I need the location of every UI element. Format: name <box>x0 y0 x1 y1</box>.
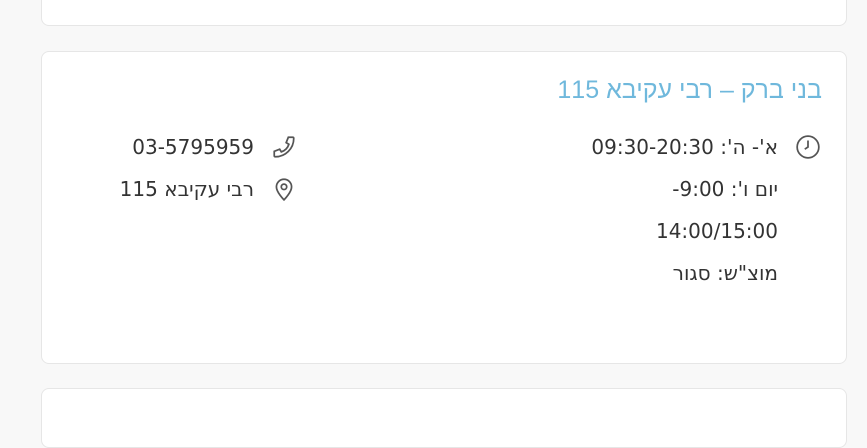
previous-branch-card <box>41 0 847 26</box>
next-branch-card <box>41 388 847 448</box>
phone-icon <box>270 133 298 161</box>
phone-row[interactable]: 03-5795959 <box>58 132 298 162</box>
location-pin-icon <box>270 175 298 203</box>
address-text: רבי עקיבא 115 <box>119 177 254 201</box>
opening-hours: א'- ה': 09:30-20:30 יום ו': 9:00- 14:00/… <box>542 132 822 300</box>
address-row: רבי עקיבא 115 <box>58 174 298 204</box>
hours-weekdays: א'- ה': 09:30-20:30 <box>591 135 778 159</box>
branch-card: בני ברק – רבי עקיבא 115 א'- ה': 09:30-20… <box>41 51 847 364</box>
phone-number[interactable]: 03-5795959 <box>132 132 254 162</box>
clock-icon <box>794 133 822 161</box>
hours-friday: יום ו': 9:00- <box>672 177 778 201</box>
hours-saturday-night: מוצ"ש: סגור <box>672 261 778 285</box>
contact-info: 03-5795959 רבי עקיבא 115 <box>58 132 298 216</box>
hours-row: א'- ה': 09:30-20:30 <box>542 132 822 162</box>
hours-row: 14:00/15:00 <box>542 216 822 246</box>
hours-row: מוצ"ש: סגור <box>542 258 822 288</box>
hours-friday-close: 14:00/15:00 <box>655 219 778 243</box>
branch-title: בני ברק – רבי עקיבא 115 <box>557 76 822 104</box>
hours-row: יום ו': 9:00- <box>542 174 822 204</box>
